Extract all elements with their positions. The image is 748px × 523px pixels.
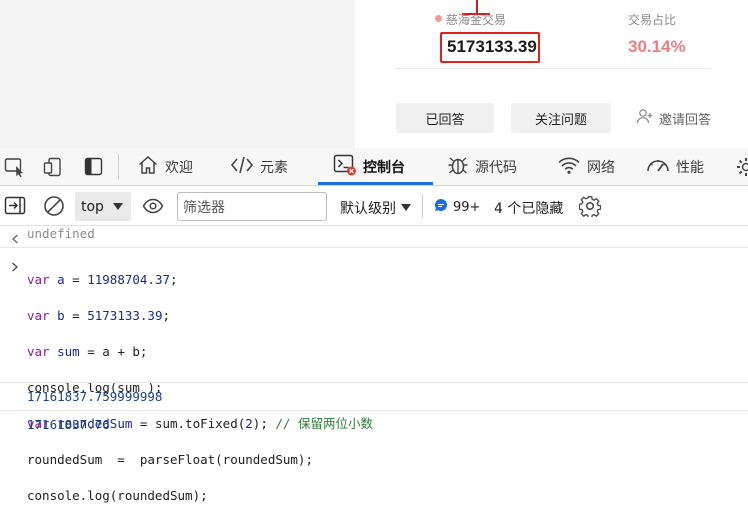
- operator: =: [65, 272, 88, 287]
- tab-label: 欢迎: [165, 157, 193, 177]
- clear-console-icon[interactable]: [43, 195, 65, 221]
- ratio-label: 交易占比: [628, 11, 676, 28]
- toolbar-separator: [422, 194, 423, 218]
- device-emulation-icon[interactable]: [43, 157, 65, 181]
- context-value: top: [81, 199, 104, 215]
- code-line: var sum = a + b;: [27, 343, 373, 361]
- code-line: console.log(roundedSum);: [27, 487, 373, 505]
- identifier: a: [57, 272, 65, 287]
- legend-dot: [435, 15, 442, 22]
- tab-network[interactable]: 网络: [557, 148, 615, 186]
- log-level-dropdown[interactable]: 默认级别: [340, 198, 411, 218]
- ratio-value: 30.14%: [628, 37, 686, 57]
- tab-elements[interactable]: 元素: [230, 148, 288, 186]
- expression: = sum.toFixed(: [132, 416, 245, 431]
- punctuation: );: [253, 416, 276, 431]
- wifi-icon: [557, 155, 587, 179]
- punctuation: ;: [170, 272, 178, 287]
- tab-label: 性能: [676, 157, 704, 177]
- invite-answer-label: 邀请回答: [659, 109, 711, 128]
- statement: roundedSum = parseFloat(roundedSum);: [27, 452, 313, 467]
- tab-performance[interactable]: 性能: [646, 148, 704, 186]
- operator: =: [65, 308, 88, 323]
- code-tags-icon: [230, 155, 260, 179]
- settings-gear-icon[interactable]: [735, 156, 748, 178]
- toolbar-separator: [118, 154, 119, 180]
- number-literal: 11988704.37: [87, 272, 170, 287]
- number-literal: 5173133.39: [87, 308, 162, 323]
- code-line: roundedSum = parseFloat(roundedSum);: [27, 451, 373, 469]
- stat-value: 5173133.39: [447, 37, 537, 57]
- filter-placeholder: 筛选器: [183, 197, 225, 217]
- keyword: var: [27, 344, 50, 359]
- expression: = a + b;: [80, 344, 148, 359]
- filter-input[interactable]: 筛选器: [177, 192, 327, 221]
- keyword: var: [27, 272, 50, 287]
- tab-welcome[interactable]: 欢迎: [137, 148, 193, 186]
- console-output: 17161837.759999998: [27, 388, 162, 406]
- toggle-sidebar-icon[interactable]: [84, 157, 104, 181]
- answered-button[interactable]: 已回答: [396, 103, 494, 133]
- row-divider: [0, 410, 748, 411]
- active-tab-indicator: [318, 182, 433, 185]
- identifier: sum: [57, 344, 80, 359]
- input-prompt-icon: [11, 257, 19, 276]
- message-count: 99+: [453, 200, 480, 215]
- home-icon: [137, 155, 165, 179]
- dropdown-arrow-icon: [113, 199, 123, 215]
- dropdown-arrow-icon: [401, 200, 411, 216]
- add-user-icon: [636, 108, 654, 128]
- live-expression-eye-icon[interactable]: [142, 197, 164, 219]
- invite-answer-button[interactable]: 邀请回答: [636, 108, 711, 128]
- number-literal: 2: [245, 416, 253, 431]
- code-line: var b = 5173133.39;: [27, 307, 373, 325]
- tab-label: 控制台: [363, 157, 405, 177]
- punctuation: ;: [162, 308, 170, 323]
- row-divider: [0, 382, 748, 383]
- tab-label: 网络: [587, 157, 615, 177]
- code-comment: // 保留两位小数: [275, 416, 373, 431]
- context-selector[interactable]: top: [75, 192, 131, 221]
- tab-label: 源代码: [475, 157, 517, 177]
- inspect-element-icon[interactable]: [4, 157, 26, 181]
- result-arrow-icon: [11, 229, 19, 248]
- code-line: var a = 11988704.37;: [27, 271, 373, 289]
- message-count-badge[interactable]: 99+: [434, 198, 480, 216]
- stat-label: 慈海金交易: [446, 11, 506, 28]
- statement: console.log(roundedSum);: [27, 488, 208, 503]
- console-settings-gear-icon[interactable]: [579, 195, 601, 221]
- identifier: b: [57, 308, 65, 323]
- previous-result: undefined: [27, 225, 95, 243]
- hidden-count: 4 个已隐藏: [494, 198, 563, 218]
- divider: [395, 68, 710, 69]
- row-divider: [0, 247, 748, 248]
- message-bubble-icon: [434, 198, 448, 216]
- tab-label: 元素: [260, 157, 288, 177]
- gauge-icon: [646, 155, 676, 179]
- follow-question-button[interactable]: 关注问题: [511, 103, 611, 133]
- show-sidebar-icon[interactable]: [4, 196, 26, 220]
- tab-sources[interactable]: 源代码: [447, 148, 517, 186]
- keyword: var: [27, 308, 50, 323]
- log-level-label: 默认级别: [340, 198, 396, 218]
- console-icon: [333, 154, 363, 180]
- tab-console[interactable]: 控制台: [333, 148, 405, 186]
- console-output: 17161837.76: [27, 416, 110, 434]
- bug-icon: [447, 154, 475, 180]
